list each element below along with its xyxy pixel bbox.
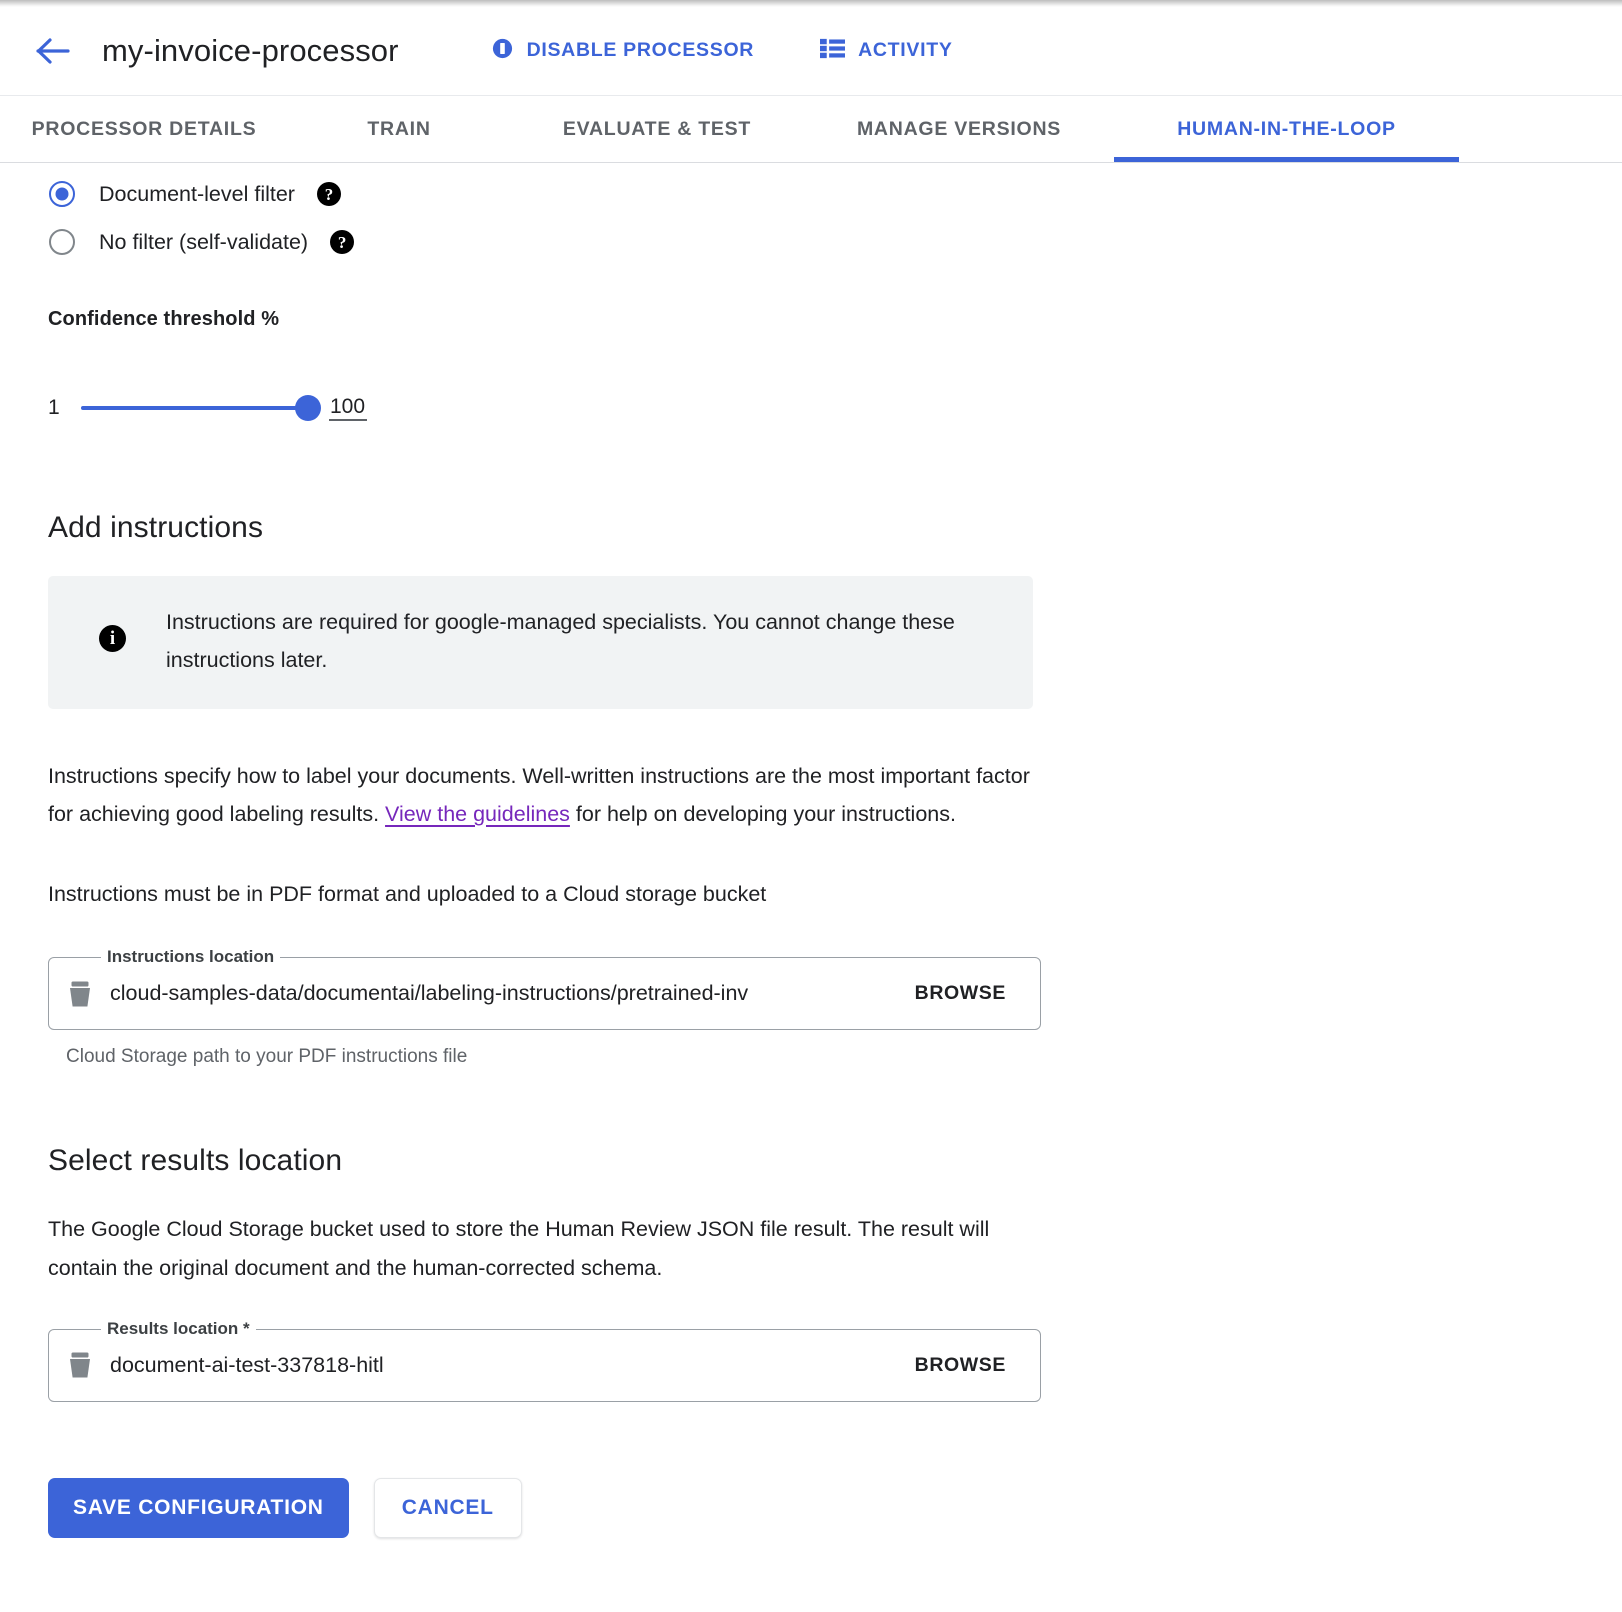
header-actions: DISABLE PROCESSOR ACTIVITY bbox=[491, 37, 953, 66]
results-browse-button[interactable]: BROWSE bbox=[915, 1354, 1006, 1377]
instructions-info-banner: i Instructions are required for google-m… bbox=[48, 576, 1033, 709]
activity-list-icon bbox=[820, 37, 846, 66]
results-location-description: The Google Cloud Storage bucket used to … bbox=[48, 1217, 990, 1280]
results-location-field[interactable]: Results location * document-ai-test-3378… bbox=[48, 1318, 1041, 1402]
cancel-button[interactable]: CANCEL bbox=[373, 1477, 522, 1538]
disable-processor-icon bbox=[491, 37, 514, 66]
filter-radio-group: Document-level filter ? No filter (self-… bbox=[48, 170, 1622, 266]
bucket-icon bbox=[67, 1350, 93, 1380]
results-location-legend: Results location * bbox=[101, 1318, 256, 1339]
view-the-guidelines-link[interactable]: View the guidelines bbox=[385, 802, 570, 826]
tab-manage-versions[interactable]: MANAGE VERSIONS bbox=[804, 96, 1114, 162]
instructions-browse-button[interactable]: BROWSE bbox=[915, 982, 1006, 1005]
confidence-slider[interactable] bbox=[81, 391, 321, 425]
radio-label: No filter (self-validate) bbox=[99, 229, 309, 254]
help-icon[interactable]: ? bbox=[330, 230, 355, 254]
page-header: my-invoice-processor DISABLE PROCESSOR A… bbox=[0, 7, 1622, 96]
radio-label: Document-level filter bbox=[99, 181, 295, 206]
instructions-location-field[interactable]: Instructions location cloud-samples-data… bbox=[48, 947, 1041, 1031]
slider-min-label: 1 bbox=[48, 396, 60, 419]
activity-button[interactable]: ACTIVITY bbox=[820, 37, 952, 66]
slider-track bbox=[81, 406, 319, 410]
instructions-location-legend: Instructions location bbox=[101, 947, 281, 968]
footer-actions: SAVE CONFIGURATION CANCEL bbox=[48, 1477, 1622, 1538]
bucket-icon bbox=[67, 979, 93, 1009]
instructions-location-input[interactable]: cloud-samples-data/documentai/labeling-i… bbox=[110, 981, 915, 1006]
back-button[interactable] bbox=[30, 28, 76, 74]
tab-processor-details[interactable]: PROCESSOR DETAILS bbox=[0, 96, 288, 162]
radio-option-document-level-filter[interactable]: Document-level filter ? bbox=[48, 170, 568, 218]
instructions-paragraph: Instructions specify how to label your d… bbox=[48, 757, 1033, 834]
results-location-input[interactable]: document-ai-test-337818-hitl bbox=[110, 1353, 915, 1378]
tab-label: TRAIN bbox=[367, 117, 431, 140]
tab-evaluate-and-test[interactable]: EVALUATE & TEST bbox=[510, 96, 804, 162]
info-icon: i bbox=[99, 625, 126, 652]
instructions-paragraph-part2: for help on developing your instructions… bbox=[569, 801, 956, 826]
radio-indicator[interactable] bbox=[49, 229, 75, 255]
activity-label: ACTIVITY bbox=[858, 39, 953, 62]
window-top-shadow bbox=[0, 0, 1622, 7]
tab-label: PROCESSOR DETAILS bbox=[31, 117, 257, 140]
save-configuration-button[interactable]: SAVE CONFIGURATION bbox=[48, 1477, 349, 1538]
radio-option-no-filter[interactable]: No filter (self-validate) ? bbox=[48, 218, 568, 266]
tab-label: HUMAN-IN-THE-LOOP bbox=[1177, 117, 1396, 140]
main-content: Document-level filter ? No filter (self-… bbox=[0, 163, 1622, 1612]
disable-processor-label: DISABLE PROCESSOR bbox=[526, 39, 755, 62]
tab-human-in-the-loop[interactable]: HUMAN-IN-THE-LOOP bbox=[1114, 96, 1459, 162]
add-instructions-heading: Add instructions bbox=[48, 511, 264, 544]
slider-thumb[interactable] bbox=[295, 395, 321, 421]
radio-indicator[interactable] bbox=[49, 181, 75, 207]
help-icon[interactable]: ? bbox=[316, 182, 341, 206]
page-title: my-invoice-processor bbox=[102, 33, 399, 68]
disable-processor-button[interactable]: DISABLE PROCESSOR bbox=[491, 37, 755, 66]
confidence-threshold-slider-row: 1 100 bbox=[48, 391, 1622, 425]
confidence-value-input[interactable]: 100 bbox=[329, 395, 367, 421]
pdf-format-note: Instructions must be in PDF format and u… bbox=[48, 882, 767, 907]
tab-label: EVALUATE & TEST bbox=[562, 117, 752, 140]
arrow-left-icon bbox=[36, 36, 70, 66]
instructions-info-text: Instructions are required for google-man… bbox=[166, 610, 955, 673]
instructions-location-hint: Cloud Storage path to your PDF instructi… bbox=[66, 1046, 468, 1068]
tab-bar: PROCESSOR DETAILS TRAIN EVALUATE & TEST … bbox=[0, 96, 1622, 163]
tab-label: MANAGE VERSIONS bbox=[856, 117, 1062, 140]
tab-train[interactable]: TRAIN bbox=[288, 96, 510, 162]
select-results-location-heading: Select results location bbox=[48, 1144, 343, 1178]
confidence-threshold-label: Confidence threshold % bbox=[48, 308, 280, 330]
